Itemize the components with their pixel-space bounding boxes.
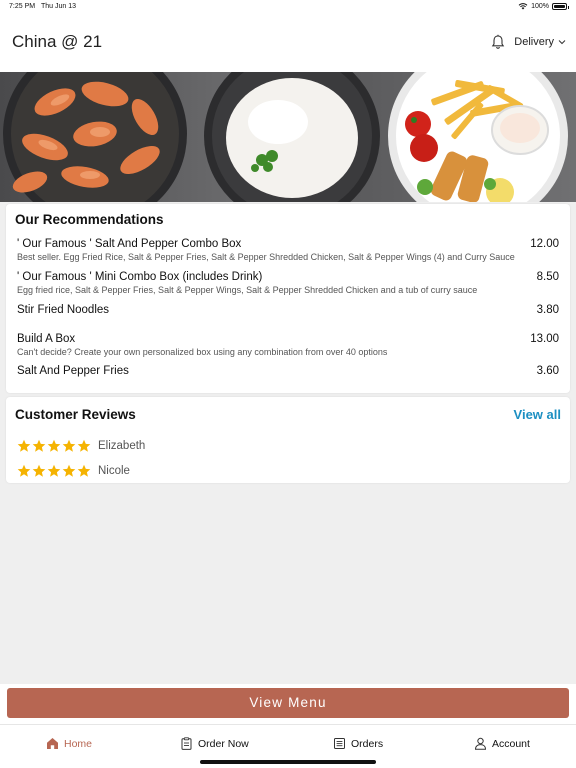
menu-item-name: Build A Box <box>17 333 76 345</box>
tab-label: Home <box>64 737 93 750</box>
status-date: Thu Jun 13 <box>41 3 77 10</box>
bell-icon[interactable] <box>490 34 506 50</box>
reviewer-name: Nicole <box>98 465 130 477</box>
review-item[interactable]: Nicole <box>17 464 130 478</box>
chevron-down-icon[interactable] <box>558 38 566 46</box>
wifi-icon <box>518 3 528 10</box>
star-icon <box>77 464 91 477</box>
star-icon <box>32 439 46 452</box>
home-icon <box>47 738 58 749</box>
menu-item[interactable]: ' Our Famous ' Salt And Pepper Combo Box… <box>17 238 559 262</box>
menu-item[interactable]: Salt And Pepper Fries 3.60 <box>17 365 559 377</box>
star-icon <box>47 439 61 452</box>
battery-percent: 100% <box>531 2 549 10</box>
tab-label: Order Now <box>198 737 249 750</box>
banner-image <box>3 72 568 202</box>
menu-item-price: 3.60 <box>536 365 559 377</box>
star-icon <box>47 464 61 477</box>
food-banner <box>0 72 576 202</box>
menu-item[interactable]: Build A Box 13.00 Can't decide? Create y… <box>17 333 559 357</box>
star-icon <box>62 439 76 452</box>
star-rating <box>17 464 91 478</box>
menu-item[interactable]: Stir Fried Noodles 3.80 <box>17 304 559 316</box>
header-actions: Delivery <box>490 34 566 50</box>
view-all-link[interactable]: View all <box>514 407 561 422</box>
menu-item-name: Salt And Pepper Fries <box>17 365 129 377</box>
star-icon <box>62 464 76 477</box>
tab-account[interactable]: Account <box>474 737 530 750</box>
menu-item-price: 12.00 <box>530 238 559 250</box>
battery-icon <box>552 2 569 10</box>
bottom-tab-bar: Home Order Now Orders Account <box>0 724 576 768</box>
reviews-card: Customer Reviews View all Elizabeth Nico… <box>6 397 570 483</box>
menu-item-description: Egg fried rice, Salt & Pepper Fries, Sal… <box>17 285 478 295</box>
tab-label: Account <box>492 737 530 750</box>
app-header: China @ 21 Delivery <box>0 14 576 72</box>
menu-item-name: ' Our Famous ' Salt And Pepper Combo Box <box>17 238 242 250</box>
person-icon <box>474 737 487 750</box>
reviewer-name: Elizabeth <box>98 440 146 452</box>
star-icon <box>17 439 31 452</box>
menu-item-description: Best seller. Egg Fried Rice, Salt & Pepp… <box>17 252 515 262</box>
reviews-title: Customer Reviews <box>15 407 136 422</box>
delivery-selector[interactable]: Delivery <box>514 36 554 48</box>
clipboard-icon <box>181 737 192 750</box>
recommendations-title: Our Recommendations <box>15 212 164 227</box>
view-menu-bar: View Menu <box>0 684 576 724</box>
store-title: China @ 21 <box>12 32 103 51</box>
menu-item-price: 8.50 <box>536 271 559 283</box>
star-icon <box>32 464 46 477</box>
tab-order-now[interactable]: Order Now <box>180 737 249 750</box>
tab-label: Orders <box>351 737 384 750</box>
menu-item[interactable]: ' Our Famous ' Mini Combo Box (includes … <box>17 271 559 295</box>
tab-home[interactable]: Home <box>46 737 92 750</box>
menu-item-description: Can't decide? Create your own personaliz… <box>17 347 388 357</box>
menu-item-name: Stir Fried Noodles <box>17 304 110 316</box>
menu-item-price: 3.80 <box>536 304 559 316</box>
review-item[interactable]: Elizabeth <box>17 439 145 453</box>
tab-orders[interactable]: Orders <box>333 737 383 750</box>
menu-item-price: 13.00 <box>530 333 559 345</box>
receipt-icon <box>334 738 345 749</box>
status-indicators: 100% <box>518 2 569 10</box>
status-bar: 7:25 PM Thu Jun 13 100% <box>0 0 576 14</box>
menu-item-name: ' Our Famous ' Mini Combo Box (includes … <box>17 271 263 283</box>
status-time: 7:25 PM <box>9 3 36 10</box>
star-icon <box>17 464 31 477</box>
star-rating <box>17 439 91 453</box>
view-menu-button[interactable]: View Menu <box>7 688 569 718</box>
home-indicator <box>200 760 376 764</box>
recommendations-card: Our Recommendations ' Our Famous ' Salt … <box>6 204 570 393</box>
star-icon <box>77 439 91 452</box>
